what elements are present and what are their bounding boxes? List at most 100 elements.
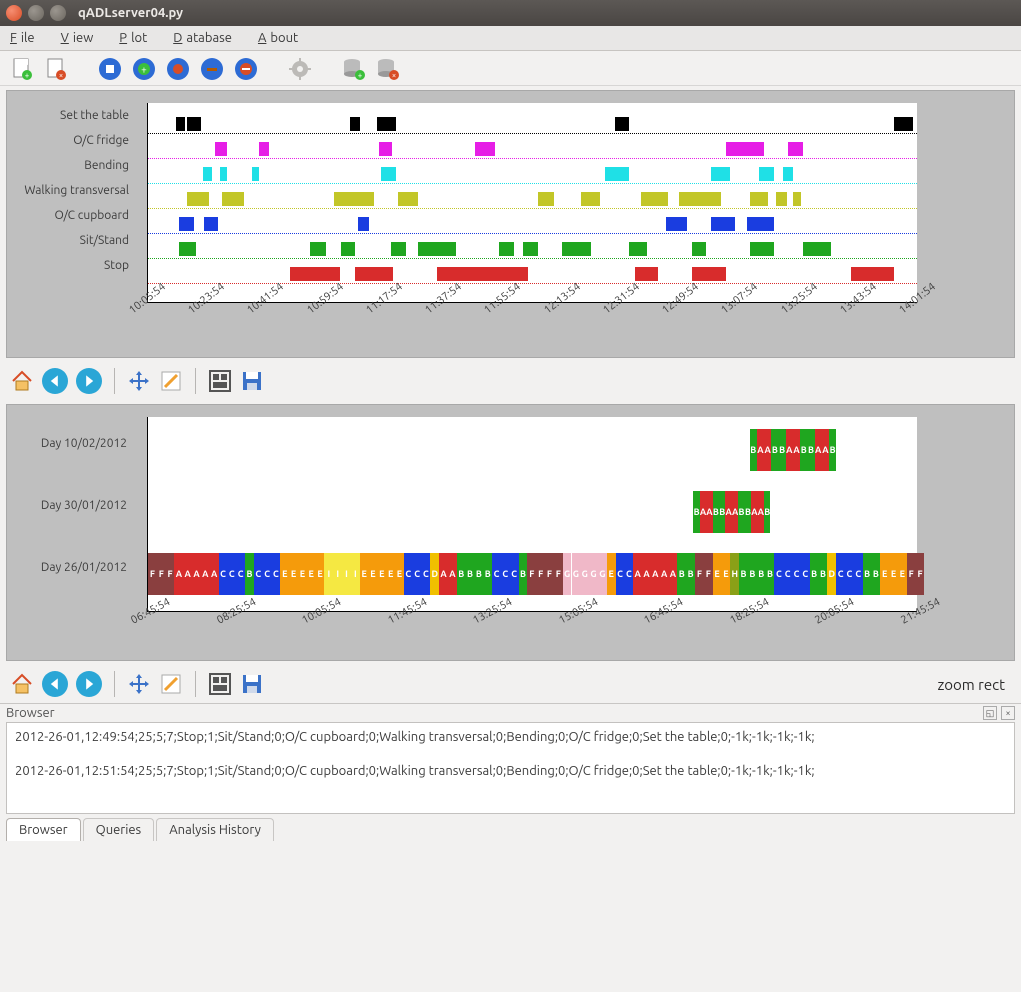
svg-text:+: + [141, 64, 147, 75]
delete-icon[interactable] [234, 57, 258, 81]
browser-output[interactable]: 2012-26-01,12:49:54;25;5;7;Stop;1;Sit/St… [6, 722, 1015, 814]
day-segment: B [778, 429, 785, 471]
day-segment: A [757, 429, 764, 471]
activity-ylabels: Set the tableO/C fridgeBendingWalking tr… [7, 103, 133, 278]
home-icon[interactable] [10, 369, 34, 393]
event-bar [538, 192, 554, 206]
day-segment: E [289, 553, 298, 595]
event-bar [259, 142, 270, 156]
move-icon[interactable] [127, 369, 151, 393]
day-segment: B [519, 553, 528, 595]
day-segment: F [704, 553, 713, 595]
db-add-icon[interactable]: + [342, 57, 366, 81]
event-bar [788, 142, 802, 156]
activity-plot: Set the tableO/C fridgeBendingWalking tr… [6, 90, 1015, 358]
day-segment: B [677, 553, 686, 595]
day-segment: C [413, 553, 422, 595]
layout-icon[interactable] [208, 369, 232, 393]
home-icon[interactable] [10, 672, 34, 696]
day-segment: E [721, 553, 730, 595]
forward-icon[interactable] [76, 368, 102, 394]
day-segment: B [807, 429, 814, 471]
event-bar [894, 117, 913, 131]
day-segment: B [871, 553, 880, 595]
day-segment: A [642, 553, 651, 595]
new-doc-icon[interactable]: + [10, 57, 34, 81]
panel-close-icon[interactable]: × [1001, 706, 1015, 720]
db-remove-icon[interactable]: × [376, 57, 400, 81]
move-icon[interactable] [127, 672, 151, 696]
save-icon[interactable] [240, 672, 264, 696]
save-icon[interactable] [240, 369, 264, 393]
event-bar [379, 142, 392, 156]
event-bar [398, 192, 417, 206]
day-segment: H [730, 553, 739, 595]
day-segment: C [254, 553, 263, 595]
panel-undock-icon[interactable]: ◱ [983, 706, 997, 720]
tab-queries[interactable]: Queries [83, 818, 155, 841]
add-icon[interactable]: + [132, 57, 156, 81]
day-segment: B [245, 553, 254, 595]
day-segment: A [822, 429, 829, 471]
day-segment: E [898, 553, 907, 595]
close-doc-icon[interactable]: × [44, 57, 68, 81]
day-segment: I [324, 553, 333, 595]
menu-plot[interactable]: Plot [115, 28, 155, 48]
browser-panel: Browser ◱ × 2012-26-01,12:49:54;25;5;7;S… [0, 703, 1021, 992]
edit-icon[interactable] [159, 369, 183, 393]
tab-analysis[interactable]: Analysis History [156, 818, 274, 841]
menu-database[interactable]: Database [169, 28, 240, 48]
back-icon[interactable] [42, 671, 68, 697]
maximize-icon[interactable] [50, 5, 66, 21]
menu-view[interactable]: View [57, 28, 102, 48]
activity-plot-area[interactable] [147, 103, 917, 303]
plot1-nav [0, 362, 1021, 400]
tab-browser[interactable]: Browser [6, 818, 81, 841]
day-segment: E [880, 553, 889, 595]
record-icon[interactable] [166, 57, 190, 81]
day-segment: A [210, 553, 219, 595]
day-segment: F [554, 553, 563, 595]
day-segment: A [439, 553, 448, 595]
close-icon[interactable] [6, 5, 22, 21]
day-plot-area[interactable]: BAABBAABBAABBAABBAABBAABFFFAAAAACCCBCCCE… [147, 417, 917, 612]
event-bar [750, 192, 768, 206]
stop-icon[interactable] [98, 57, 122, 81]
event-bar [215, 142, 227, 156]
day-segment: A [786, 429, 793, 471]
layout-icon[interactable] [208, 672, 232, 696]
activity-xticks: 10:05:5410:23:5410:41:5410:59:5411:17:54… [147, 303, 1004, 353]
day-ylabels: Day 10/02/2012Day 30/01/2012Day 26/01/20… [7, 413, 133, 599]
day-segment: C [616, 553, 625, 595]
day-segment: E [316, 553, 325, 595]
gear-icon[interactable] [288, 57, 312, 81]
menu-file[interactable]: File [6, 28, 43, 48]
remove-icon[interactable] [200, 57, 224, 81]
day-segment: G [563, 553, 572, 595]
edit-icon[interactable] [159, 672, 183, 696]
day-segment: A [651, 553, 660, 595]
event-bar [692, 242, 706, 256]
menu-about[interactable]: About [254, 28, 306, 48]
day-segment: A [448, 553, 457, 595]
day-segment: A [764, 429, 771, 471]
event-bar [562, 242, 591, 256]
event-bar [605, 167, 629, 181]
day-segment: C [783, 553, 792, 595]
svg-text:+: + [358, 71, 363, 80]
day-segment: E [395, 553, 404, 595]
day-plot: Day 10/02/2012Day 30/01/2012Day 26/01/20… [6, 404, 1015, 661]
event-bar [310, 242, 326, 256]
day-segment: C [263, 553, 272, 595]
day-segment: B [766, 553, 775, 595]
day-segment: C [801, 553, 810, 595]
minimize-icon[interactable] [28, 5, 44, 21]
forward-icon[interactable] [76, 671, 102, 697]
back-icon[interactable] [42, 368, 68, 394]
event-bar [581, 192, 600, 206]
event-bar [355, 267, 394, 281]
day-segment: B [829, 429, 836, 471]
day-segment: B [771, 429, 778, 471]
event-bar [187, 117, 201, 131]
day-segment: C [492, 553, 501, 595]
